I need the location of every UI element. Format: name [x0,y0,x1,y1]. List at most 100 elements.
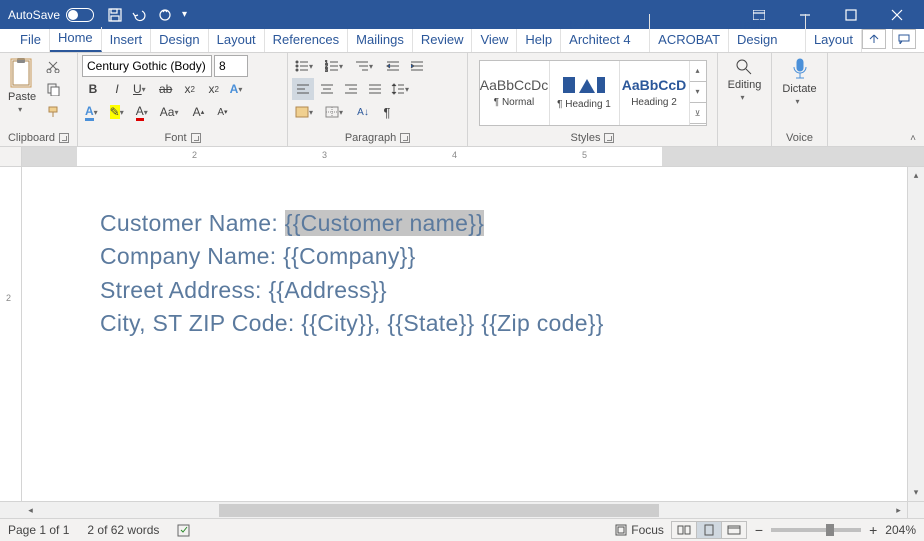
line-spacing-button[interactable]: ▾ [388,78,416,100]
zoom-out-button[interactable]: − [755,522,763,538]
tab-pdf-architect[interactable]: PDF Architect 4 [561,14,650,52]
doc-line-company[interactable]: Company Name: {{Company}} [100,240,907,273]
tab-design[interactable]: Design [151,29,208,52]
doc-line-city[interactable]: City, ST ZIP Code: {{City}}, {{State}} {… [100,307,907,340]
align-right-button[interactable] [340,78,362,100]
dictate-button[interactable]: Dictate ▾ [778,55,820,108]
format-painter-button[interactable] [42,101,64,123]
sort-button[interactable]: A↓ [352,101,374,123]
comments-button[interactable] [892,29,916,49]
horizontal-ruler[interactable]: 2 3 4 5 [22,147,924,167]
scroll-right-icon[interactable]: ▸ [890,502,907,518]
tab-mailings[interactable]: Mailings [348,29,413,52]
superscript-button[interactable]: x2 [203,78,225,100]
save-icon[interactable] [108,8,122,22]
italic-button[interactable]: I [106,78,128,100]
styles-dialog-launcher[interactable] [604,133,614,143]
autosave-toggle[interactable]: AutoSave [8,8,94,22]
document-content[interactable]: Customer Name: {{Customer name}} Company… [22,167,907,340]
grow-font-button[interactable]: A▴ [187,101,209,123]
share-button[interactable] [862,29,886,49]
collapse-ribbon-icon[interactable]: ˄ [910,133,916,144]
scroll-down-icon[interactable]: ▾ [908,484,924,501]
zoom-in-button[interactable]: + [869,522,877,538]
ruler-corner [0,147,22,167]
scroll-up-icon[interactable]: ▴ [908,167,924,184]
chevron-down-icon: ▾ [18,105,26,114]
scrollbar-thumb[interactable] [219,504,659,517]
paste-button[interactable]: Paste ▾ [4,55,40,116]
document-viewport[interactable]: Customer Name: {{Customer name}} Company… [22,167,907,501]
status-page[interactable]: Page 1 of 1 [8,523,69,537]
shading-button[interactable]: ▾ [292,101,320,123]
chevron-down-icon: ▾ [740,93,748,102]
qat-customize-icon[interactable]: ▾ [182,9,187,20]
shrink-font-button[interactable]: A▾ [211,101,233,123]
doc-line-address[interactable]: Street Address: {{Address}} [100,274,907,307]
status-proofing-icon[interactable] [177,523,193,537]
redo-icon[interactable] [158,8,172,22]
group-paragraph: ▾ 123▾ ▾ ▾ ▾ ▾ A↓ ¶ Paragraph [288,53,468,146]
decrease-indent-button[interactable] [382,55,404,77]
highlight-button[interactable]: ✎▾ [107,101,131,123]
font-color-button[interactable]: A▾ [133,101,155,123]
scroll-left-icon[interactable]: ◂ [22,502,39,518]
font-dialog-launcher[interactable] [191,133,201,143]
undo-icon[interactable] [132,8,148,22]
paragraph-dialog-launcher[interactable] [400,133,410,143]
tab-view[interactable]: View [472,29,517,52]
editing-button[interactable]: Editing ▾ [724,55,766,104]
style-label: Heading 2 [631,97,677,108]
horizontal-scrollbar[interactable]: ◂ ▸ [22,502,907,518]
style-heading2[interactable]: AaBbCcD Heading 2 [620,61,690,125]
zoom-slider[interactable] [771,528,861,532]
style-heading1[interactable]: ¶ Heading 1 [550,61,620,125]
style-normal[interactable]: AaBbCcDc ¶ Normal [480,61,550,125]
tab-acrobat[interactable]: ACROBAT [650,29,729,52]
vertical-ruler[interactable]: 2 [0,167,22,501]
align-center-button[interactable] [316,78,338,100]
styles-gallery-more[interactable]: ▴▾⊻ [690,61,706,125]
ribbon-tabs: File Home Insert Design Layout Reference… [0,29,924,53]
document-area: 2 Customer Name: {{Customer name}} Compa… [0,167,924,501]
tab-insert[interactable]: Insert [102,29,152,52]
bold-button[interactable]: B [82,78,104,100]
tab-review[interactable]: Review [413,29,473,52]
change-case-button[interactable]: Aa▾ [157,101,186,123]
font-color-a-button[interactable]: A▾ [82,101,105,123]
zoom-level[interactable]: 204% [885,523,916,537]
focus-mode-button[interactable]: Focus [615,523,664,537]
tab-help[interactable]: Help [517,29,561,52]
increase-indent-button[interactable] [406,55,428,77]
maximize-button[interactable] [828,0,874,29]
copy-button[interactable] [42,78,64,100]
tab-table-design[interactable]: Table Design [729,14,806,52]
tab-table-layout[interactable]: Layout [806,29,862,52]
justify-button[interactable] [364,78,386,100]
styles-gallery[interactable]: AaBbCcDc ¶ Normal ¶ Heading 1 AaBbCcD He… [479,60,707,126]
tab-references[interactable]: References [265,29,348,52]
subscript-button[interactable]: x2 [179,78,201,100]
align-left-button[interactable] [292,78,314,100]
strikethrough-button[interactable]: ab [155,78,177,100]
underline-button[interactable]: U▾ [130,78,153,100]
tab-file[interactable]: File [12,29,50,52]
clipboard-dialog-launcher[interactable] [59,133,69,143]
numbering-button[interactable]: 123▾ [322,55,350,77]
show-marks-button[interactable]: ¶ [376,101,398,123]
autosave-switch[interactable] [66,8,94,22]
cut-button[interactable] [42,55,64,77]
vertical-scrollbar[interactable]: ▴ ▾ [907,167,924,501]
tab-layout[interactable]: Layout [209,29,265,52]
group-clipboard-label: Clipboard [8,132,55,144]
tab-home[interactable]: Home [50,27,102,52]
text-effects-button[interactable]: A▾ [227,78,250,100]
bullets-button[interactable]: ▾ [292,55,320,77]
doc-line-customer[interactable]: Customer Name: {{Customer name}} [100,207,907,240]
font-size-selector[interactable] [214,55,248,77]
status-words[interactable]: 2 of 62 words [87,523,159,537]
close-button[interactable] [874,0,920,29]
font-name-selector[interactable] [82,55,212,77]
borders-button[interactable]: ▾ [322,101,350,123]
multilevel-list-button[interactable]: ▾ [352,55,380,77]
